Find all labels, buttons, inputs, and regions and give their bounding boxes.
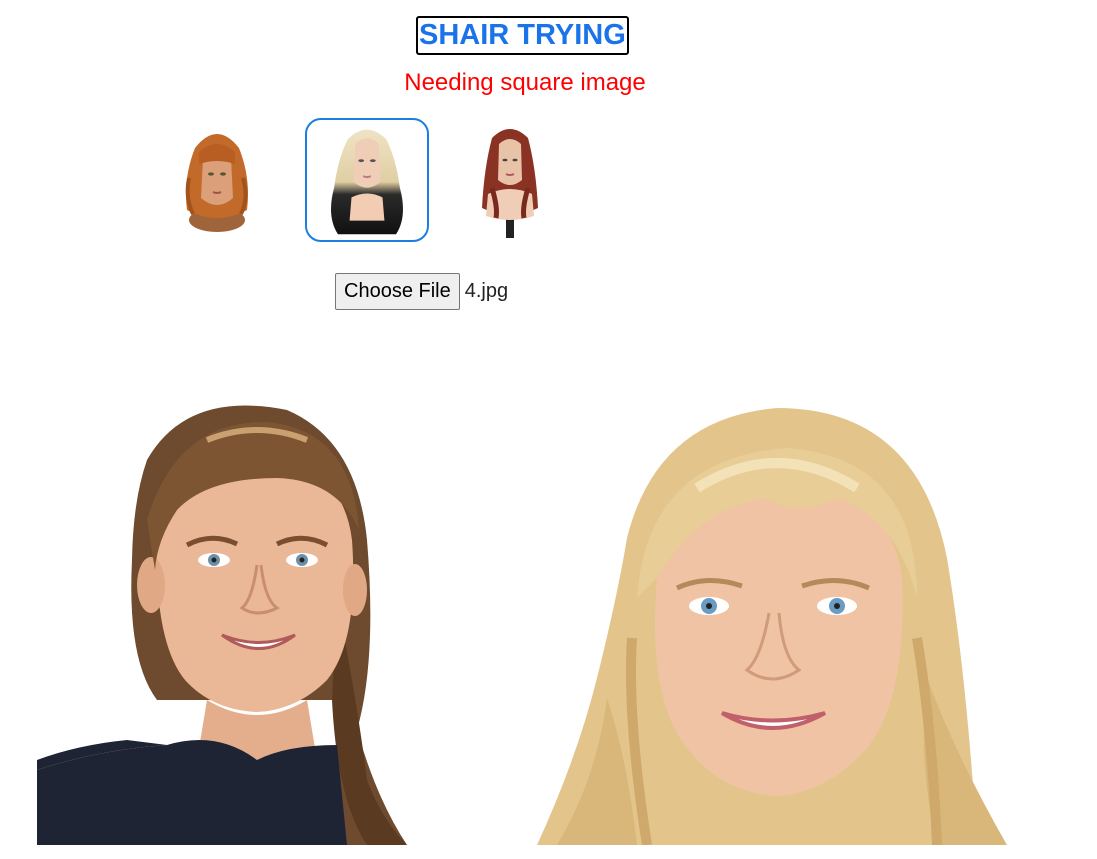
- copper-wig-image: [185, 134, 248, 232]
- square-image-warning: Needing square image: [404, 69, 646, 96]
- output-portrait-image: [537, 398, 1012, 845]
- auburn-wig-image: [482, 129, 538, 238]
- file-upload: Choose File 4.jpg: [335, 273, 508, 310]
- input-photo: [37, 400, 417, 845]
- page: SHAIR TRYING Needing square image Choose…: [0, 0, 1097, 859]
- wig-option-ombre[interactable]: [305, 118, 429, 242]
- wig-option-copper[interactable]: [155, 118, 279, 242]
- output-photo: [537, 398, 1012, 845]
- choose-file-button[interactable]: Choose File: [335, 273, 460, 310]
- ombre-wig-image: [331, 129, 403, 235]
- wig-option-auburn[interactable]: [448, 118, 572, 242]
- input-portrait-image: [37, 400, 417, 845]
- selected-file-name: 4.jpg: [464, 280, 509, 302]
- page-title: SHAIR TRYING: [416, 16, 629, 55]
